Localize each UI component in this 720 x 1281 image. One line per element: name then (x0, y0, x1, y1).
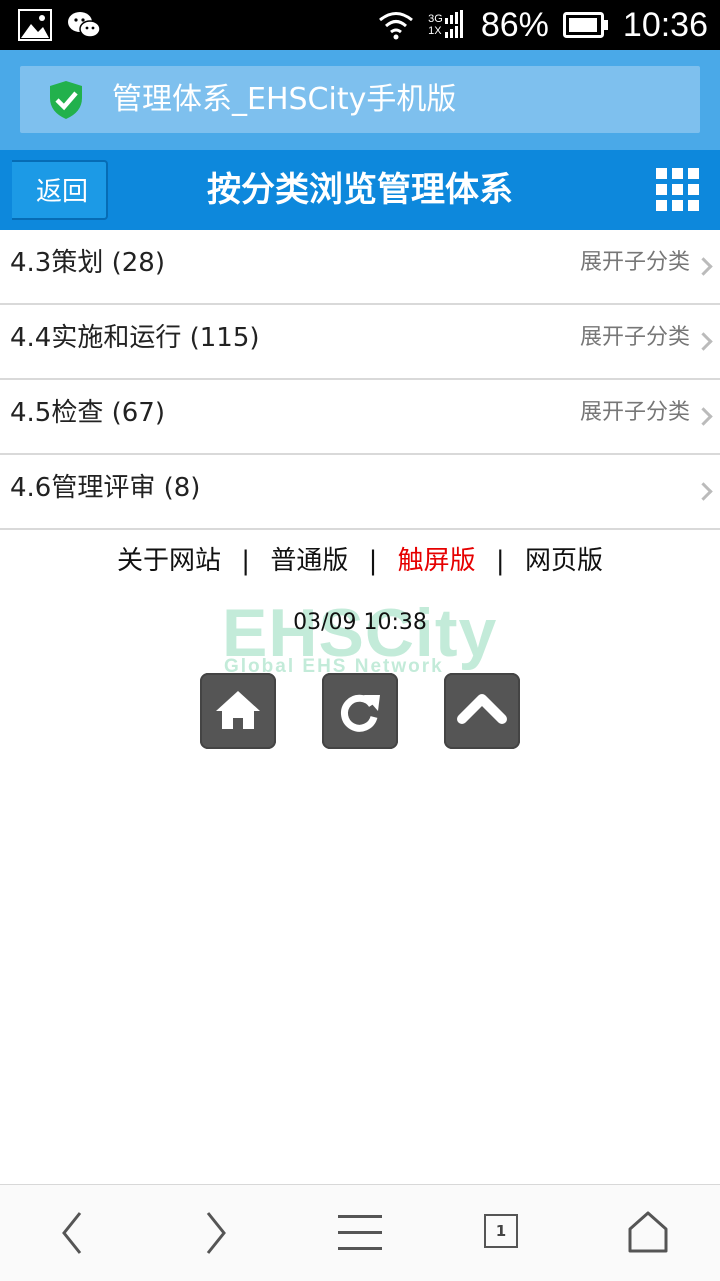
scroll-top-icon (457, 694, 507, 724)
gallery-icon (18, 9, 52, 41)
chevron-right-icon (694, 482, 713, 501)
category-list: 4.3策划 (28) 展开子分类 4.4实施和运行 (115) 展开子分类 4.… (0, 230, 720, 530)
back-arrow-icon (62, 1212, 82, 1254)
list-item[interactable]: 4.5检查 (67) 展开子分类 (0, 380, 720, 455)
expand-subcategory-link[interactable]: 展开子分类 (580, 230, 690, 296)
home-icon (216, 691, 260, 729)
battery-icon (562, 12, 608, 38)
nav-menu-button[interactable] (320, 1185, 400, 1281)
page-header: 按分类浏览管理体系 返回 (0, 150, 720, 230)
battery-percent: 86% (480, 5, 549, 44)
signal-icon (444, 10, 463, 38)
refresh-button[interactable] (322, 673, 398, 749)
nav-back-button[interactable] (32, 1185, 112, 1281)
wifi-icon (379, 12, 414, 40)
back-button-label: 返回 (35, 177, 88, 207)
expand-subcategory-link[interactable]: 展开子分类 (580, 380, 690, 446)
category-label: 4.3策划 (28) (10, 248, 165, 278)
home-outline-icon (628, 1211, 668, 1253)
home-button[interactable] (200, 673, 276, 749)
nav-home-button[interactable] (608, 1185, 688, 1281)
status-bar: 3G 1X 86% 10:36 (0, 0, 720, 50)
list-item[interactable]: 4.3策划 (28) 展开子分类 (0, 230, 720, 305)
network-type-top: 3G (428, 13, 443, 25)
category-label: 4.4实施和运行 (115) (10, 323, 260, 353)
timestamp: 03/09 10:38 (293, 610, 427, 635)
link-separator: | (241, 546, 251, 576)
tabs-icon[interactable]: 1 (484, 1214, 518, 1248)
link-separator: | (495, 546, 505, 576)
nav-forward-button[interactable] (176, 1185, 256, 1281)
chevron-right-icon (694, 257, 713, 276)
wechat-icon (68, 12, 101, 38)
footer-link-standard[interactable]: 普通版 (270, 546, 348, 576)
category-label: 4.6管理评审 (8) (10, 473, 201, 503)
back-button[interactable]: 返回 (12, 160, 108, 220)
quick-buttons (200, 673, 520, 749)
footer-link-touch[interactable]: 触屏版 (398, 546, 476, 576)
expand-subcategory-link[interactable]: 展开子分类 (580, 305, 690, 371)
network-type-bottom: 1X (428, 25, 442, 37)
footer-links: 关于网站 | 普通版 | 触屏版 | 网页版 (0, 540, 720, 577)
browser-bottom-nav: 1 (0, 1184, 720, 1281)
forward-arrow-icon (206, 1212, 226, 1254)
clock: 10:36 (622, 5, 708, 44)
footer-link-web[interactable]: 网页版 (525, 546, 603, 576)
chevron-right-icon (694, 332, 713, 351)
browser-page-title: 管理体系_EHSCity手机版 (112, 82, 457, 117)
shield-check-icon (50, 81, 82, 119)
list-item[interactable]: 4.6管理评审 (8) (0, 455, 720, 530)
list-item[interactable]: 4.4实施和运行 (115) 展开子分类 (0, 305, 720, 380)
footer-link-about[interactable]: 关于网站 (117, 546, 221, 576)
scroll-top-button[interactable] (444, 673, 520, 749)
menu-icon (338, 1215, 382, 1250)
browser-address-bar: 管理体系_EHSCity手机版 (0, 50, 720, 150)
refresh-icon (340, 694, 380, 732)
page-title: 按分类浏览管理体系 (207, 170, 513, 210)
category-label: 4.5检查 (67) (10, 398, 165, 428)
grid-menu-icon[interactable] (656, 168, 700, 212)
chevron-right-icon (694, 407, 713, 426)
address-box[interactable]: 管理体系_EHSCity手机版 (20, 66, 700, 133)
link-separator: | (368, 546, 378, 576)
